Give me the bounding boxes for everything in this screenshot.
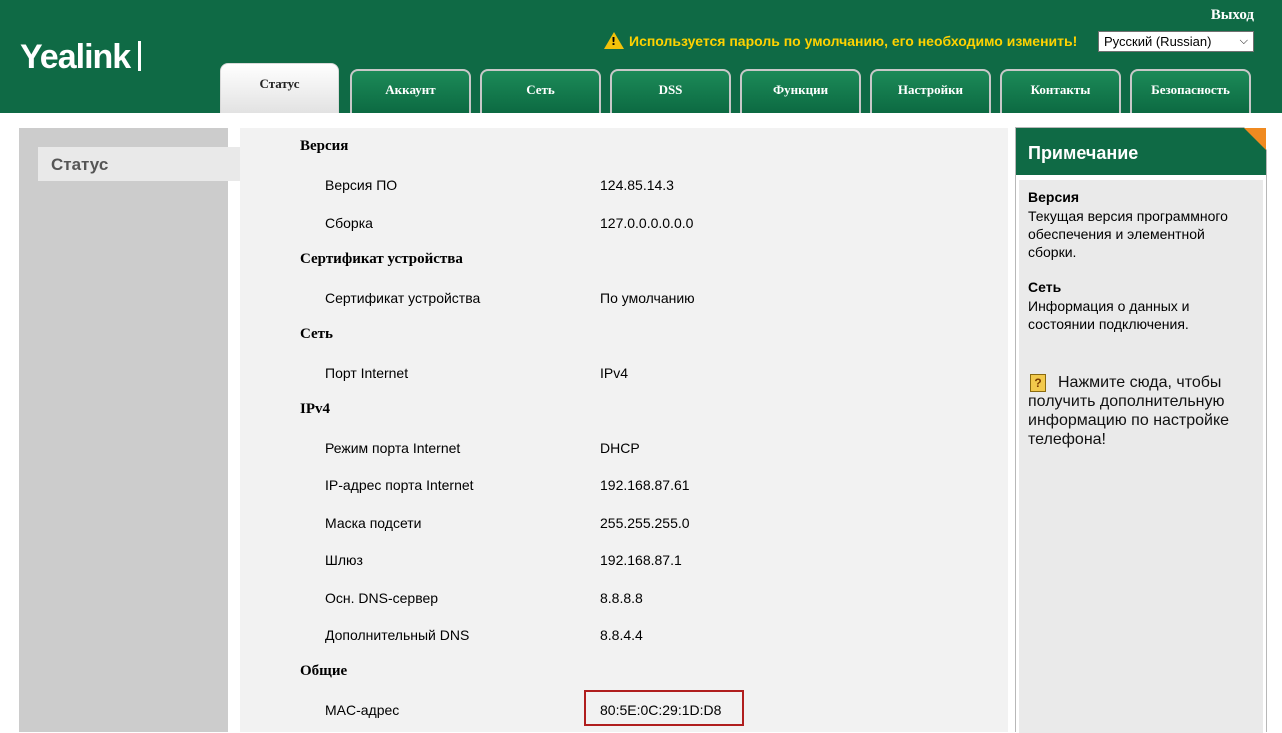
chevron-down-icon: ⌵	[1239, 35, 1248, 47]
certificate-label: Сертификат устройства	[325, 290, 481, 306]
note-body: Версия Текущая версия программного обесп…	[1019, 180, 1263, 733]
note-panel: Примечание Версия Текущая версия програм…	[1015, 127, 1267, 733]
certificate-value: По умолчанию	[600, 290, 695, 306]
port-mode-value: DHCP	[600, 440, 640, 456]
internet-port-label: Порт Internet	[325, 365, 409, 381]
gateway-label: Шлюз	[325, 552, 363, 568]
secondary-dns-value: 8.8.4.4	[600, 627, 643, 643]
section-version: Версия	[300, 138, 349, 154]
tab-security[interactable]: Безопасность	[1130, 69, 1251, 113]
note-version-heading: Версия	[1028, 189, 1080, 205]
note-network-text: Информация о данных и состоянии подключе…	[1028, 298, 1190, 332]
warning-icon: !	[604, 32, 624, 49]
ip-address-label: IP-адрес порта Internet	[325, 477, 474, 493]
secondary-dns-label: Дополнительный DNS	[325, 627, 470, 643]
port-mode-label: Режим порта Internet	[325, 440, 461, 456]
build-value: 127.0.0.0.0.0.0	[600, 215, 694, 231]
section-certificate: Сертификат устройства	[300, 251, 463, 267]
note-version-text: Текущая версия программного обеспечения …	[1028, 208, 1228, 260]
default-password-warning: ! Используется пароль по умолчанию, его …	[604, 32, 1077, 49]
tab-dss[interactable]: DSS	[610, 69, 731, 113]
status-content: Версия Версия ПО 124.85.14.3 Сборка 127.…	[240, 128, 1008, 732]
tab-status[interactable]: Статус	[220, 63, 339, 113]
tab-network[interactable]: Сеть	[480, 69, 601, 113]
firmware-value: 124.85.14.3	[600, 177, 674, 193]
section-ipv4: IPv4	[300, 401, 330, 417]
tab-account[interactable]: Аккаунт	[350, 69, 471, 113]
language-select[interactable]: Русский (Russian) ⌵	[1098, 31, 1254, 52]
sidebar-active-connector	[228, 147, 240, 181]
mac-address-value: 80:5E:0C:29:1D:D8	[600, 702, 722, 718]
yealink-logo: Yealink	[20, 38, 142, 77]
primary-dns-value: 8.8.8.8	[600, 590, 643, 606]
note-corner-icon	[1244, 128, 1266, 150]
mac-address-label: MAC-адрес	[325, 702, 400, 718]
firmware-label: Версия ПО	[325, 177, 398, 193]
sidebar-item-status[interactable]: Статус	[38, 147, 228, 181]
sidebar: Статус	[19, 128, 228, 732]
build-label: Сборка	[325, 215, 373, 231]
subnet-mask-label: Маска подсети	[325, 515, 422, 531]
note-title: Примечание	[1016, 128, 1266, 175]
help-link[interactable]: Нажмите сюда, чтобы получить дополнитель…	[1028, 373, 1253, 449]
tab-contacts[interactable]: Контакты	[1000, 69, 1121, 113]
gateway-value: 192.168.87.1	[600, 552, 682, 568]
section-general: Общие	[300, 663, 348, 679]
primary-dns-label: Осн. DNS-сервер	[325, 590, 439, 606]
ip-address-value: 192.168.87.61	[600, 477, 690, 493]
logout-link[interactable]: Выход	[1211, 7, 1254, 24]
note-network-heading: Сеть	[1028, 279, 1062, 295]
internet-port-value: IPv4	[600, 365, 629, 381]
warning-text: Используется пароль по умолчанию, его не…	[629, 32, 1078, 49]
tab-settings[interactable]: Настройки	[870, 69, 991, 113]
header-bar: Yealink Выход ! Используется пароль по у…	[0, 0, 1282, 113]
tab-features[interactable]: Функции	[740, 69, 861, 113]
subnet-mask-value: 255.255.255.0	[600, 515, 690, 531]
section-network: Сеть	[300, 326, 333, 342]
